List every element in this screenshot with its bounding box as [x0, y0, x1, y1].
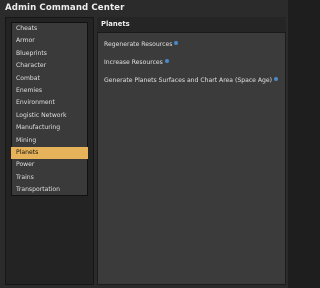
sidebar-item-mining[interactable]: Mining	[11, 135, 88, 147]
sidebar-item-environment[interactable]: Environment	[11, 97, 88, 109]
window-title: Admin Command Center	[5, 3, 125, 13]
sidebar-item-blueprints[interactable]: Blueprints	[11, 48, 88, 60]
section-title: Planets	[101, 20, 130, 28]
generate-planets-surfaces-label: Generate Planets Surfaces and Chart Area…	[104, 77, 273, 84]
sidebar-item-transportation[interactable]: Transportation	[11, 184, 88, 196]
content-header: Planets	[97, 17, 286, 33]
sidebar-item-trains[interactable]: Trains	[11, 172, 88, 184]
generate-planets-surfaces-button[interactable]: Generate Planets Surfaces and Chart Area…	[104, 77, 279, 84]
increase-resources-label: Increase Resources	[104, 59, 163, 66]
info-icon[interactable]	[174, 41, 179, 45]
admin-command-center-window: Admin Command Center Cheats Armor Bluepr…	[0, 0, 288, 288]
category-list: Cheats Armor Blueprints Character Combat…	[11, 22, 88, 196]
sidebar-panel: Cheats Armor Blueprints Character Combat…	[5, 17, 94, 285]
sidebar-item-combat[interactable]: Combat	[11, 73, 88, 85]
regenerate-resources-button[interactable]: Regenerate Resources	[104, 41, 179, 48]
increase-resources-button[interactable]: Increase Resources	[104, 59, 169, 66]
sidebar-item-power[interactable]: Power	[11, 159, 88, 171]
regenerate-resources-label: Regenerate Resources	[104, 41, 173, 48]
sidebar-item-armor[interactable]: Armor	[11, 35, 88, 47]
sidebar-item-character[interactable]: Character	[11, 60, 88, 72]
sidebar-item-cheats[interactable]: Cheats	[11, 23, 88, 35]
sidebar-item-planets[interactable]: Planets	[11, 146, 88, 160]
info-icon[interactable]	[164, 59, 169, 63]
info-icon[interactable]	[274, 77, 279, 81]
sidebar-item-manufacturing[interactable]: Manufacturing	[11, 122, 88, 134]
content-panel: Planets Regenerate Resources Increase Re…	[97, 17, 286, 285]
sidebar-item-logistic-network[interactable]: Logistic Network	[11, 110, 88, 122]
sidebar-item-enemies[interactable]: Enemies	[11, 85, 88, 97]
title-bar[interactable]: Admin Command Center	[0, 0, 288, 18]
